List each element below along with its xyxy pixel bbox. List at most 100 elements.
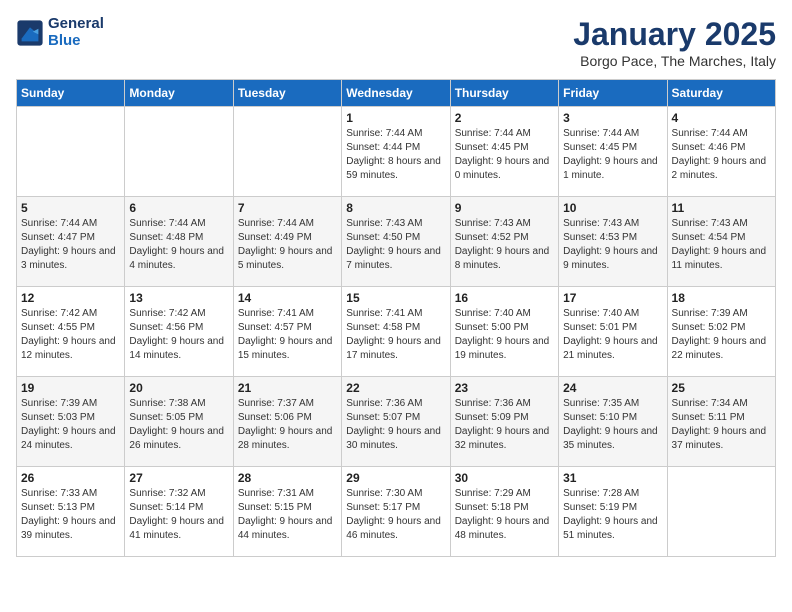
day-info: Sunrise: 7:30 AM Sunset: 5:17 PM Dayligh… [346, 487, 445, 543]
day-number: 10 [563, 201, 662, 215]
weekday-header-cell: Tuesday [233, 80, 341, 107]
day-number: 31 [563, 471, 662, 485]
weekday-header-cell: Wednesday [342, 80, 450, 107]
day-info: Sunrise: 7:44 AM Sunset: 4:46 PM Dayligh… [672, 127, 771, 183]
day-info: Sunrise: 7:36 AM Sunset: 5:07 PM Dayligh… [346, 397, 445, 453]
day-info: Sunrise: 7:36 AM Sunset: 5:09 PM Dayligh… [455, 397, 554, 453]
day-info: Sunrise: 7:38 AM Sunset: 5:05 PM Dayligh… [129, 397, 228, 453]
day-number: 2 [455, 111, 554, 125]
day-number: 24 [563, 381, 662, 395]
weekday-header-cell: Saturday [667, 80, 775, 107]
calendar-cell: 13Sunrise: 7:42 AM Sunset: 4:56 PM Dayli… [125, 287, 233, 377]
calendar-cell: 14 Sunrise: 7:41 AM Sunset: 4:57 PM Dayli… [233, 287, 341, 377]
location-subtitle: Borgo Pace, The Marches, Italy [573, 53, 776, 69]
logo: General Blue [16, 16, 104, 49]
day-info: Sunrise: 7:44 AM Sunset: 4:47 PM Dayligh… [21, 217, 120, 273]
calendar-table: SundayMondayTuesdayWednesdayThursdayFrid… [16, 79, 776, 557]
day-number: 5 [21, 201, 120, 215]
calendar-cell: 28Sunrise: 7:31 AM Sunset: 5:15 PM Dayli… [233, 467, 341, 557]
calendar-cell: 2 Sunrise: 7:44 AM Sunset: 4:45 PM Daylig… [450, 107, 558, 197]
calendar-cell: 27 Sunrise: 7:32 AM Sunset: 5:14 PM Dayli… [125, 467, 233, 557]
month-title: January 2025 [573, 16, 776, 53]
day-info: Sunrise: 7:34 AM Sunset: 5:11 PM Dayligh… [672, 397, 771, 453]
calendar-cell: 12 Sunrise: 7:42 AM Sunset: 4:55 PM Dayli… [17, 287, 125, 377]
weekday-header-cell: Friday [559, 80, 667, 107]
calendar-cell: 29 Sunrise: 7:30 AM Sunset: 5:17 PM Dayli… [342, 467, 450, 557]
calendar-cell: 8Sunrise: 7:43 AM Sunset: 4:50 PM Daylig… [342, 197, 450, 287]
logo-icon [16, 19, 44, 47]
calendar-week-row: 1 Sunrise: 7:44 AM Sunset: 4:44 PM Daylig… [17, 107, 776, 197]
calendar-cell: 25 Sunrise: 7:34 AM Sunset: 5:11 PM Dayli… [667, 377, 775, 467]
day-info: Sunrise: 7:43 AM Sunset: 4:50 PM Dayligh… [346, 217, 445, 273]
day-number: 6 [129, 201, 228, 215]
day-number: 3 [563, 111, 662, 125]
day-number: 7 [238, 201, 337, 215]
calendar-cell: 9 Sunrise: 7:43 AM Sunset: 4:52 PM Daylig… [450, 197, 558, 287]
day-info: Sunrise: 7:43 AM Sunset: 4:54 PM Dayligh… [672, 217, 771, 273]
calendar-cell: 5 Sunrise: 7:44 AM Sunset: 4:47 PM Daylig… [17, 197, 125, 287]
calendar-cell: 26 Sunrise: 7:33 AM Sunset: 5:13 PM Dayli… [17, 467, 125, 557]
day-info: Sunrise: 7:41 AM Sunset: 4:57 PM Dayligh… [238, 307, 337, 363]
day-number: 15 [346, 291, 445, 305]
calendar-cell: 17Sunrise: 7:40 AM Sunset: 5:01 PM Dayli… [559, 287, 667, 377]
calendar-cell [125, 107, 233, 197]
logo-text-line2: Blue [48, 33, 104, 50]
weekday-header-cell: Monday [125, 80, 233, 107]
weekday-header-row: SundayMondayTuesdayWednesdayThursdayFrid… [17, 80, 776, 107]
day-number: 9 [455, 201, 554, 215]
day-info: Sunrise: 7:44 AM Sunset: 4:49 PM Dayligh… [238, 217, 337, 273]
title-block: January 2025 Borgo Pace, The Marches, It… [573, 16, 776, 69]
day-number: 4 [672, 111, 771, 125]
day-info: Sunrise: 7:43 AM Sunset: 4:52 PM Dayligh… [455, 217, 554, 273]
day-info: Sunrise: 7:33 AM Sunset: 5:13 PM Dayligh… [21, 487, 120, 543]
calendar-cell: 16Sunrise: 7:40 AM Sunset: 5:00 PM Dayli… [450, 287, 558, 377]
day-info: Sunrise: 7:42 AM Sunset: 4:55 PM Dayligh… [21, 307, 120, 363]
calendar-cell: 30 Sunrise: 7:29 AM Sunset: 5:18 PM Dayli… [450, 467, 558, 557]
day-number: 12 [21, 291, 120, 305]
day-info: Sunrise: 7:35 AM Sunset: 5:10 PM Dayligh… [563, 397, 662, 453]
day-number: 25 [672, 381, 771, 395]
calendar-cell: 24 Sunrise: 7:35 AM Sunset: 5:10 PM Dayli… [559, 377, 667, 467]
day-number: 13 [129, 291, 228, 305]
day-info: Sunrise: 7:41 AM Sunset: 4:58 PM Dayligh… [346, 307, 445, 363]
day-number: 29 [346, 471, 445, 485]
day-number: 22 [346, 381, 445, 395]
calendar-week-row: 5 Sunrise: 7:44 AM Sunset: 4:47 PM Daylig… [17, 197, 776, 287]
day-number: 27 [129, 471, 228, 485]
weekday-header-cell: Thursday [450, 80, 558, 107]
day-info: Sunrise: 7:44 AM Sunset: 4:44 PM Dayligh… [346, 127, 445, 183]
day-number: 28 [238, 471, 337, 485]
day-number: 18 [672, 291, 771, 305]
day-info: Sunrise: 7:32 AM Sunset: 5:14 PM Dayligh… [129, 487, 228, 543]
day-info: Sunrise: 7:39 AM Sunset: 5:03 PM Dayligh… [21, 397, 120, 453]
page-header: General Blue January 2025 Borgo Pace, Th… [16, 16, 776, 69]
calendar-cell: 31Sunrise: 7:28 AM Sunset: 5:19 PM Dayli… [559, 467, 667, 557]
calendar-cell: 10Sunrise: 7:43 AM Sunset: 4:53 PM Dayli… [559, 197, 667, 287]
day-info: Sunrise: 7:29 AM Sunset: 5:18 PM Dayligh… [455, 487, 554, 543]
day-number: 30 [455, 471, 554, 485]
calendar-body: 1 Sunrise: 7:44 AM Sunset: 4:44 PM Daylig… [17, 107, 776, 557]
day-info: Sunrise: 7:37 AM Sunset: 5:06 PM Dayligh… [238, 397, 337, 453]
calendar-cell [667, 467, 775, 557]
day-info: Sunrise: 7:44 AM Sunset: 4:45 PM Dayligh… [455, 127, 554, 183]
calendar-cell: 3 Sunrise: 7:44 AM Sunset: 4:45 PM Daylig… [559, 107, 667, 197]
calendar-cell: 21 Sunrise: 7:37 AM Sunset: 5:06 PM Dayli… [233, 377, 341, 467]
calendar-cell [17, 107, 125, 197]
calendar-cell: 1 Sunrise: 7:44 AM Sunset: 4:44 PM Daylig… [342, 107, 450, 197]
day-number: 17 [563, 291, 662, 305]
weekday-header-cell: Sunday [17, 80, 125, 107]
day-number: 26 [21, 471, 120, 485]
calendar-week-row: 26 Sunrise: 7:33 AM Sunset: 5:13 PM Dayli… [17, 467, 776, 557]
day-number: 11 [672, 201, 771, 215]
calendar-cell: 20 Sunrise: 7:38 AM Sunset: 5:05 PM Dayli… [125, 377, 233, 467]
day-number: 16 [455, 291, 554, 305]
day-number: 14 [238, 291, 337, 305]
day-number: 1 [346, 111, 445, 125]
calendar-cell: 18Sunrise: 7:39 AM Sunset: 5:02 PM Dayli… [667, 287, 775, 377]
calendar-cell: 4 Sunrise: 7:44 AM Sunset: 4:46 PM Daylig… [667, 107, 775, 197]
calendar-cell: 15 Sunrise: 7:41 AM Sunset: 4:58 PM Dayli… [342, 287, 450, 377]
day-number: 20 [129, 381, 228, 395]
calendar-cell [233, 107, 341, 197]
day-info: Sunrise: 7:44 AM Sunset: 4:45 PM Dayligh… [563, 127, 662, 183]
day-number: 21 [238, 381, 337, 395]
